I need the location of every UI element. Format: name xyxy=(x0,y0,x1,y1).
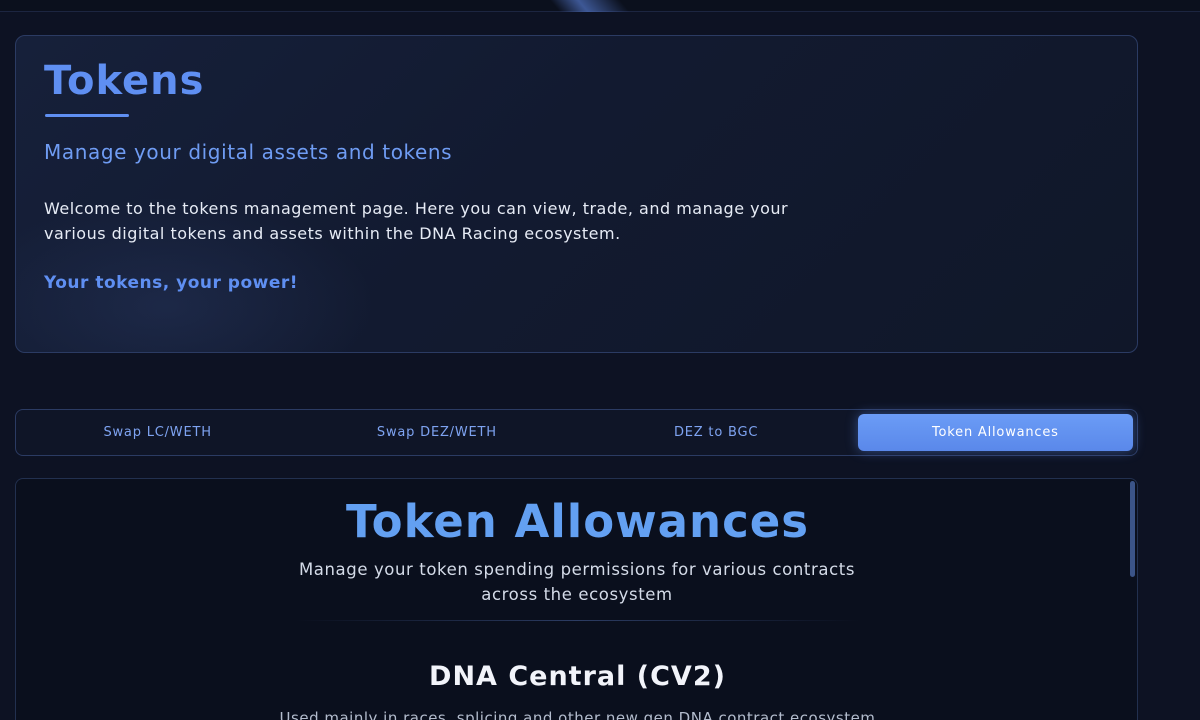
tokens-hero-card: Tokens Manage your digital assets and to… xyxy=(15,35,1138,353)
panel-subtitle: Manage your token spending permissions f… xyxy=(298,560,856,604)
panel-title: Token Allowances xyxy=(345,495,810,548)
section-description-dna-central: Used mainly in races, splicing and other… xyxy=(279,709,876,720)
page-subtitle: Manage your digital assets and tokens xyxy=(44,140,453,164)
tab-swap-lc-weth[interactable]: Swap LC/WETH xyxy=(20,414,295,451)
top-navbar xyxy=(0,0,1200,12)
page-tagline: Your tokens, your power! xyxy=(44,273,299,293)
page-description: Welcome to the tokens management page. H… xyxy=(44,199,789,243)
tab-dez-to-bgc[interactable]: DEZ to BGC xyxy=(579,414,854,451)
navbar-accent-stripe xyxy=(549,0,631,12)
tab-swap-dez-weth[interactable]: Swap DEZ/WETH xyxy=(299,414,574,451)
section-title-dna-central: DNA Central (CV2) xyxy=(429,661,726,692)
panel-divider xyxy=(296,620,859,621)
token-tabs: Swap LC/WETH Swap DEZ/WETH DEZ to BGC To… xyxy=(15,409,1138,456)
page-title: Tokens xyxy=(44,58,205,104)
token-allowances-panel: Token Allowances Manage your token spend… xyxy=(15,478,1138,720)
title-underline xyxy=(45,114,129,117)
tab-token-allowances[interactable]: Token Allowances xyxy=(857,414,1133,451)
